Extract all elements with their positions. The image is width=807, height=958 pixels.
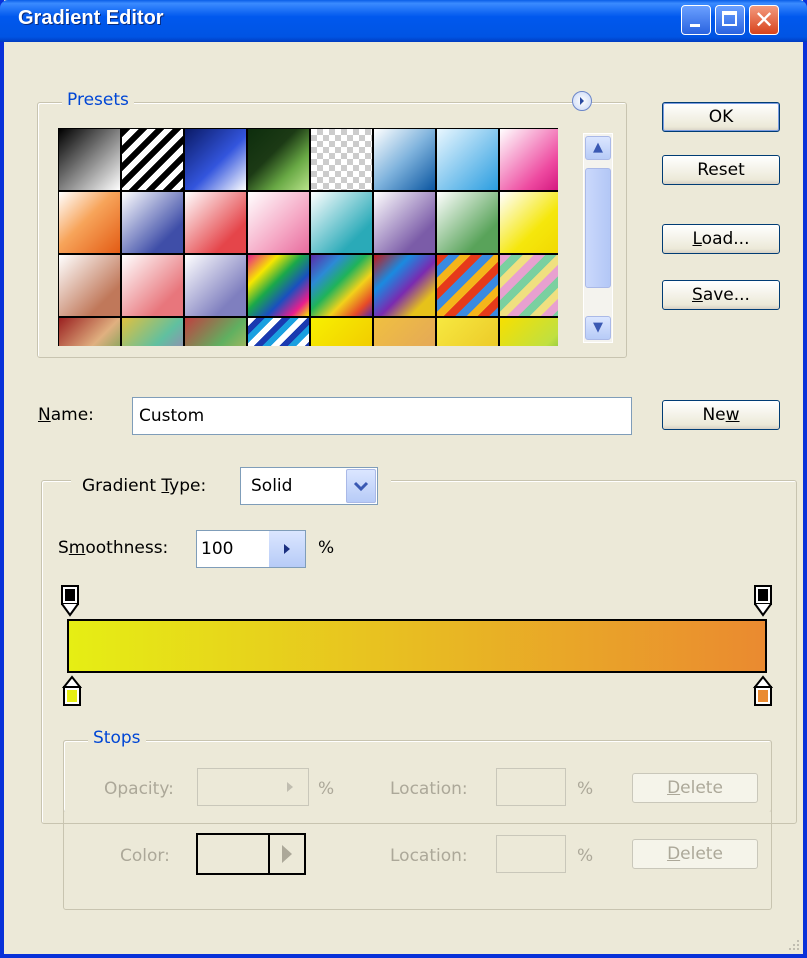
- preset-swatch[interactable]: [59, 255, 120, 316]
- preset-swatch[interactable]: [185, 192, 246, 253]
- preset-swatch[interactable]: [248, 318, 309, 346]
- preset-swatch[interactable]: [500, 129, 558, 190]
- presets-legend: Presets: [62, 90, 134, 110]
- color-menu-button[interactable]: [268, 835, 304, 873]
- arrow-right-icon: [580, 97, 584, 105]
- preset-swatch[interactable]: [248, 255, 309, 316]
- arrow-right-icon: [282, 845, 292, 863]
- smoothness-label: Smoothness:: [58, 538, 169, 558]
- preset-swatch[interactable]: [311, 129, 372, 190]
- presets-menu-icon[interactable]: [572, 91, 592, 111]
- preset-swatch[interactable]: [500, 192, 558, 253]
- preset-swatch[interactable]: [122, 129, 183, 190]
- ok-button[interactable]: OK: [662, 102, 780, 132]
- preset-swatch[interactable]: [500, 318, 558, 346]
- opacity-location-unit: %: [577, 779, 594, 799]
- opacity-unit: %: [318, 779, 335, 799]
- gradient-editor-window: Gradient Editor ✕ Presets ▲ ▼ OK Reset L…: [0, 0, 807, 958]
- opacity-location-input[interactable]: [496, 768, 566, 806]
- smoothness-input[interactable]: 100: [196, 530, 306, 568]
- preset-swatch[interactable]: [437, 192, 498, 253]
- preset-swatch[interactable]: [374, 318, 435, 346]
- new-button[interactable]: New: [662, 400, 780, 430]
- preset-swatch[interactable]: [437, 255, 498, 316]
- chevron-down-icon: [353, 481, 369, 492]
- presets-swatch-grid[interactable]: [58, 128, 558, 346]
- reset-button-label: Reset: [697, 160, 745, 180]
- smoothness-unit: %: [318, 538, 335, 558]
- opacity-location-label: Location:: [390, 779, 468, 799]
- preset-swatch[interactable]: [185, 318, 246, 346]
- preset-swatch[interactable]: [437, 129, 498, 190]
- maximize-button[interactable]: [715, 5, 745, 35]
- preset-swatch[interactable]: [437, 318, 498, 346]
- preset-swatch[interactable]: [59, 318, 120, 346]
- scroll-down-button[interactable]: ▼: [585, 316, 611, 340]
- minimize-button[interactable]: [681, 5, 711, 35]
- gradient-type-select[interactable]: Solid: [240, 467, 378, 505]
- opacity-label: Opacity:: [104, 779, 174, 799]
- stops-group-frame: [63, 740, 772, 910]
- close-button[interactable]: ✕: [749, 5, 779, 35]
- scroll-thumb[interactable]: [585, 168, 611, 288]
- gradient-type-label: Gradient Type:: [82, 476, 207, 496]
- color-stop-right[interactable]: [753, 675, 773, 707]
- color-location-unit: %: [577, 846, 594, 866]
- color-label: Color:: [120, 846, 170, 866]
- preset-swatch[interactable]: [185, 129, 246, 190]
- color-location-label: Location:: [390, 846, 468, 866]
- arrow-right-icon: [287, 782, 293, 792]
- scroll-up-button[interactable]: ▲: [585, 136, 611, 160]
- color-delete-button[interactable]: Delete: [632, 839, 758, 869]
- save-button[interactable]: Save...: [662, 280, 780, 310]
- dropdown-button[interactable]: [346, 469, 376, 503]
- color-stop-left[interactable]: [62, 675, 82, 707]
- preset-swatch[interactable]: [122, 192, 183, 253]
- smoothness-slider-button[interactable]: [269, 531, 305, 567]
- preset-swatch[interactable]: [122, 255, 183, 316]
- gradient-preview-bar[interactable]: [67, 619, 767, 673]
- preset-swatch[interactable]: [311, 255, 372, 316]
- opacity-delete-button[interactable]: Delete: [632, 773, 758, 803]
- close-icon: ✕: [753, 6, 775, 34]
- window-title: Gradient Editor: [18, 7, 164, 29]
- preset-swatch[interactable]: [122, 318, 183, 346]
- maximize-icon: [722, 11, 737, 26]
- preset-swatch[interactable]: [59, 192, 120, 253]
- name-label: Name:: [38, 405, 94, 425]
- opacity-slider-button[interactable]: [272, 769, 308, 805]
- preset-swatch[interactable]: [374, 192, 435, 253]
- resize-grip-icon[interactable]: [787, 938, 801, 952]
- preset-swatch[interactable]: [59, 129, 120, 190]
- preset-swatch[interactable]: [311, 192, 372, 253]
- preset-swatch[interactable]: [248, 129, 309, 190]
- opacity-stop-right[interactable]: [754, 585, 772, 617]
- color-location-input[interactable]: [496, 835, 566, 873]
- gradient-type-value: Solid: [251, 476, 293, 496]
- arrow-right-icon: [284, 544, 290, 554]
- smoothness-value: 100: [201, 539, 234, 559]
- stops-legend: Stops: [88, 728, 146, 748]
- opacity-input[interactable]: [197, 768, 309, 806]
- preset-swatch[interactable]: [185, 255, 246, 316]
- preset-swatch[interactable]: [248, 192, 309, 253]
- minimize-icon: [690, 24, 700, 27]
- name-input[interactable]: Custom: [132, 397, 632, 435]
- preset-swatch[interactable]: [374, 255, 435, 316]
- reset-button[interactable]: Reset: [662, 155, 780, 185]
- preset-swatch[interactable]: [500, 255, 558, 316]
- presets-scrollbar[interactable]: ▲ ▼: [583, 133, 613, 343]
- load-button[interactable]: Load...: [662, 224, 780, 254]
- opacity-stop-left[interactable]: [61, 585, 79, 617]
- color-swatch-picker[interactable]: [196, 833, 306, 875]
- title-bar[interactable]: Gradient Editor ✕: [0, 0, 807, 42]
- preset-swatch[interactable]: [374, 129, 435, 190]
- preset-swatch[interactable]: [311, 318, 372, 346]
